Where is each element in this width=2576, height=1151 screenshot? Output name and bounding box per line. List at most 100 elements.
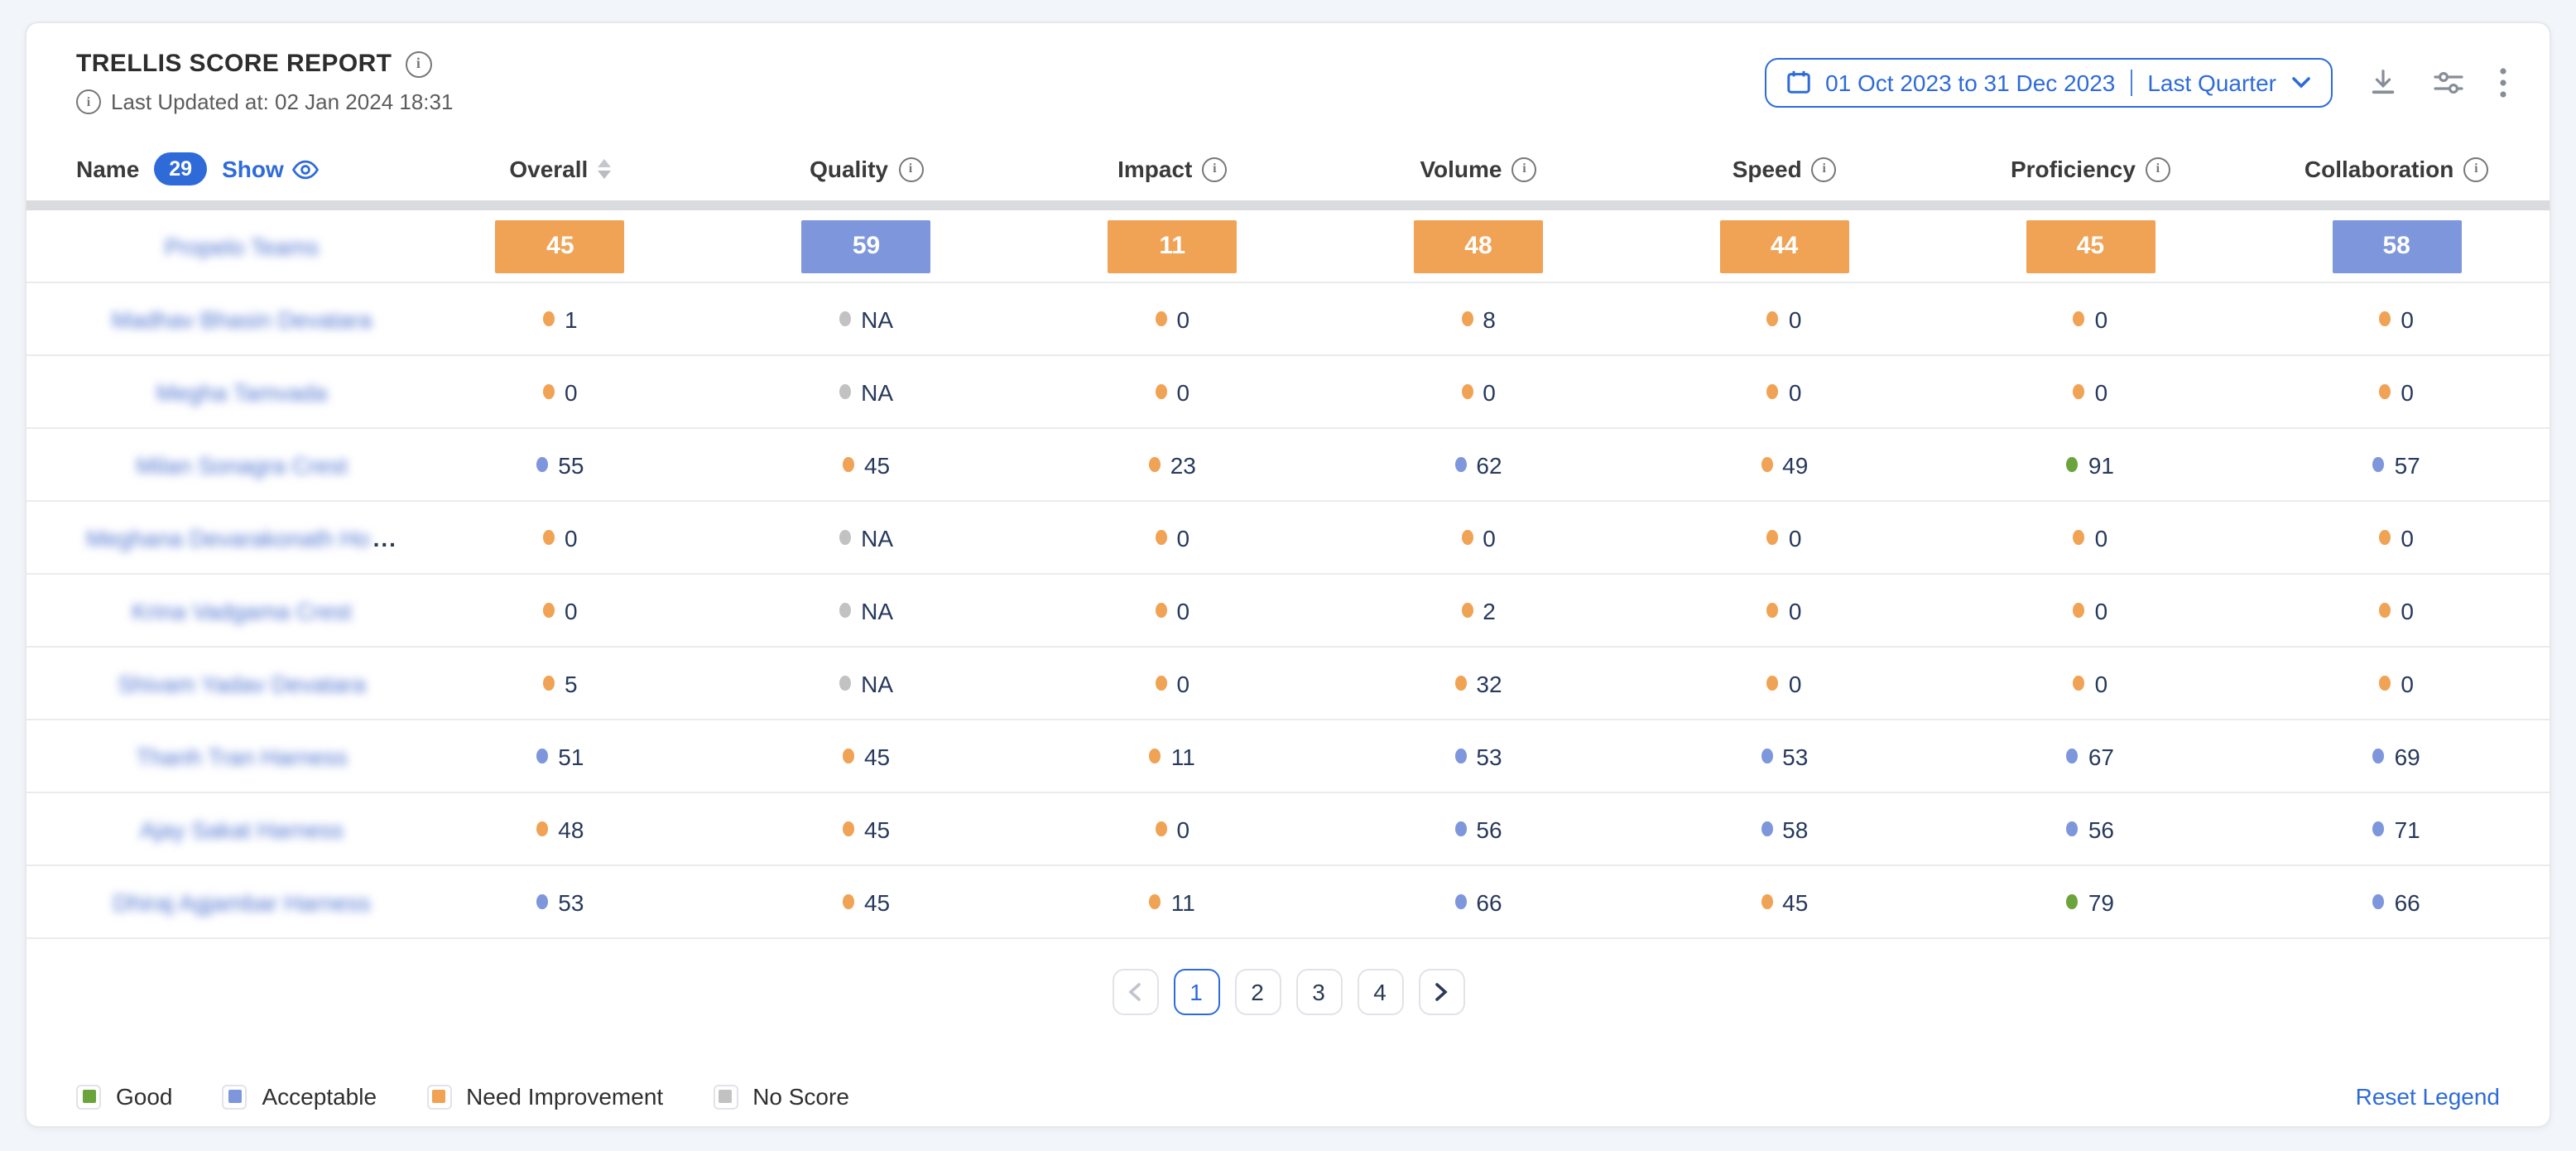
sort-icon[interactable] [598, 159, 611, 180]
score-status-dot [1155, 676, 1166, 691]
score-cell: 0 [2243, 378, 2550, 405]
column-header-overall[interactable]: Overall [407, 156, 714, 182]
score-status-dot [1155, 384, 1166, 400]
score-value: 11 [1171, 889, 1195, 915]
score-cell: 58 [2243, 219, 2550, 272]
show-names-toggle[interactable]: Show [222, 156, 320, 182]
more-options-button[interactable] [2500, 67, 2506, 97]
pagination-next-button[interactable] [1418, 969, 1464, 1015]
pagination-page-3[interactable]: 3 [1295, 969, 1342, 1015]
score-status-dot [839, 311, 851, 327]
info-icon[interactable]: i [1512, 157, 1537, 181]
score-cell: NA [714, 306, 1020, 332]
score-value: 58 [1782, 816, 1808, 842]
trellis-report-card: TRELLIS SCORE REPORT i i Last Updated at… [25, 22, 2551, 1128]
name-header-label: Name [76, 156, 139, 182]
show-label: Show [222, 156, 284, 182]
score-value: 0 [1176, 306, 1189, 332]
legend-swatch [432, 1090, 445, 1103]
score-status-dot [2379, 676, 2391, 691]
date-range-picker[interactable]: 01 Oct 2023 to 31 Dec 2023 Last Quarter [1764, 57, 2333, 107]
member-name-text: Milan Sonagra Crest [136, 451, 347, 478]
member-name-text: Shivam Yadav Devatara [118, 670, 365, 696]
member-name-link[interactable]: Thanh Tran Harness [76, 743, 407, 769]
score-status-dot [1461, 311, 1473, 327]
legend-item-no-score[interactable]: No Score [713, 1083, 849, 1110]
score-cell: 0 [1632, 524, 1938, 551]
pagination-page-1[interactable]: 1 [1173, 969, 1219, 1015]
score-value: 0 [1176, 378, 1189, 405]
score-status-dot [543, 676, 555, 691]
score-cell: 0 [407, 524, 714, 551]
member-name-text: Megha Tamvada [156, 378, 328, 405]
score-value: 0 [2095, 524, 2108, 551]
score-value: 51 [558, 743, 584, 769]
member-name-link[interactable]: Shivam Yadav Devatara [76, 670, 407, 696]
score-cell: 0 [1632, 670, 1938, 696]
score-value: 0 [1176, 597, 1189, 624]
column-header-label: Quality [810, 156, 888, 182]
legend-item-need-improvement[interactable]: Need Improvement [426, 1083, 663, 1110]
member-name-link[interactable]: Ajay Sakat Harness [76, 816, 407, 842]
column-header-label: Collaboration [2304, 156, 2453, 182]
score-cell: 56 [1938, 816, 2244, 842]
table-row: Madhav Bhasin Devatara1NA08000 [26, 283, 2550, 356]
score-cell: 55 [407, 451, 714, 478]
member-name-link[interactable]: Krina Vadgama Crest [76, 597, 407, 624]
pagination-page-2[interactable]: 2 [1234, 969, 1281, 1015]
header-divider [26, 200, 2550, 210]
legend-swatch-box [223, 1084, 248, 1109]
member-name-link[interactable]: Megha Tamvada [76, 378, 407, 405]
score-status-dot [839, 530, 851, 546]
legend-item-acceptable[interactable]: Acceptable [223, 1083, 377, 1110]
info-icon[interactable]: i [898, 157, 923, 181]
eye-icon [292, 158, 320, 180]
score-value: 79 [2088, 889, 2114, 915]
score-status-dot [2373, 749, 2385, 764]
member-name-link[interactable]: Dhiraj Agjambar Harness [76, 889, 407, 915]
legend-label: Need Improvement [466, 1083, 663, 1110]
score-cell: 79 [1938, 889, 2244, 915]
pagination-prev-button[interactable] [1112, 969, 1158, 1015]
score-value: 55 [558, 451, 584, 478]
member-name-link[interactable]: Propelo Teams [76, 233, 407, 259]
score-status-dot [2074, 530, 2085, 546]
page-title: TRELLIS SCORE REPORT [76, 50, 392, 78]
column-header-label: Proficiency [2011, 156, 2136, 182]
member-name-text: Dhiraj Agjambar Harness [113, 889, 370, 915]
score-value: 45 [1782, 889, 1808, 915]
score-status-dot [2067, 821, 2079, 837]
column-header-label: Overall [509, 156, 588, 182]
score-cell: 2 [1325, 597, 1632, 624]
score-status-dot [2379, 603, 2391, 619]
score-cell: 32 [1325, 670, 1632, 696]
member-name-text: Krina Vadgama Crest [132, 597, 352, 624]
settings-button[interactable] [2434, 69, 2463, 95]
info-icon[interactable]: i [1812, 157, 1837, 181]
member-name-link[interactable]: Madhav Bhasin Devatara [76, 306, 407, 332]
score-value: 49 [1782, 451, 1808, 478]
score-value: 56 [1476, 816, 1502, 842]
pagination-page-4[interactable]: 4 [1357, 969, 1403, 1015]
column-header-label: Impact [1117, 156, 1192, 182]
legend-item-good[interactable]: Good [76, 1083, 173, 1110]
score-status-dot [543, 311, 555, 327]
table-header-row: Name 29 Show OverallQualityiImpactiVolum… [26, 137, 2550, 200]
report-info-icon[interactable]: i [405, 51, 431, 77]
score-value: 0 [1176, 816, 1189, 842]
score-value: 2 [1483, 597, 1496, 624]
score-status-dot [843, 457, 854, 473]
score-status-dot [2379, 530, 2391, 546]
score-value: NA [861, 524, 893, 551]
info-icon[interactable]: i [2146, 157, 2170, 181]
download-button[interactable] [2369, 68, 2397, 96]
member-name-link[interactable]: Milan Sonagra Crest [76, 451, 407, 478]
reset-legend-link[interactable]: Reset Legend [2356, 1083, 2500, 1110]
score-cell: 66 [1325, 889, 1632, 915]
score-badge: 45 [2026, 219, 2155, 272]
info-icon[interactable]: i [2463, 157, 2488, 181]
info-icon[interactable]: i [1202, 157, 1227, 181]
legend-swatch-box [426, 1084, 451, 1109]
member-name-link[interactable]: Meghana Devarakonath Ho... [76, 524, 407, 551]
legend-label: Acceptable [262, 1083, 377, 1110]
